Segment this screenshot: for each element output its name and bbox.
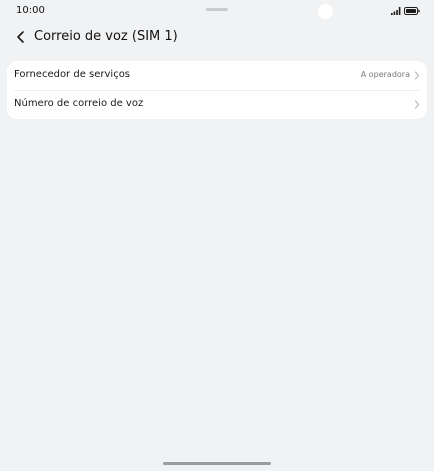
- settings-card: Fornecedor de serviços A operadora Númer…: [7, 61, 427, 119]
- signal-icon: [391, 7, 401, 15]
- status-time: 10:00: [16, 5, 45, 16]
- page-title: Correio de voz (SIM 1): [34, 29, 178, 44]
- drag-handle[interactable]: [206, 8, 228, 11]
- chevron-right-icon: [414, 100, 420, 109]
- voicemail-number-label: Número de correio de voz: [14, 98, 144, 109]
- service-provider-row[interactable]: Fornecedor de serviços A operadora: [7, 61, 427, 90]
- status-bar: 10:00: [0, 0, 434, 24]
- page-header: Correio de voz (SIM 1): [0, 24, 434, 52]
- camera-cutout: [318, 4, 333, 19]
- service-provider-label: Fornecedor de serviços: [14, 69, 131, 80]
- chevron-right-icon: [414, 71, 420, 80]
- back-arrow-icon[interactable]: [14, 29, 28, 45]
- voicemail-number-row[interactable]: Número de correio de voz: [7, 90, 427, 119]
- battery-icon: [404, 7, 420, 15]
- home-indicator[interactable]: [163, 462, 271, 465]
- service-provider-value: A operadora: [360, 70, 410, 79]
